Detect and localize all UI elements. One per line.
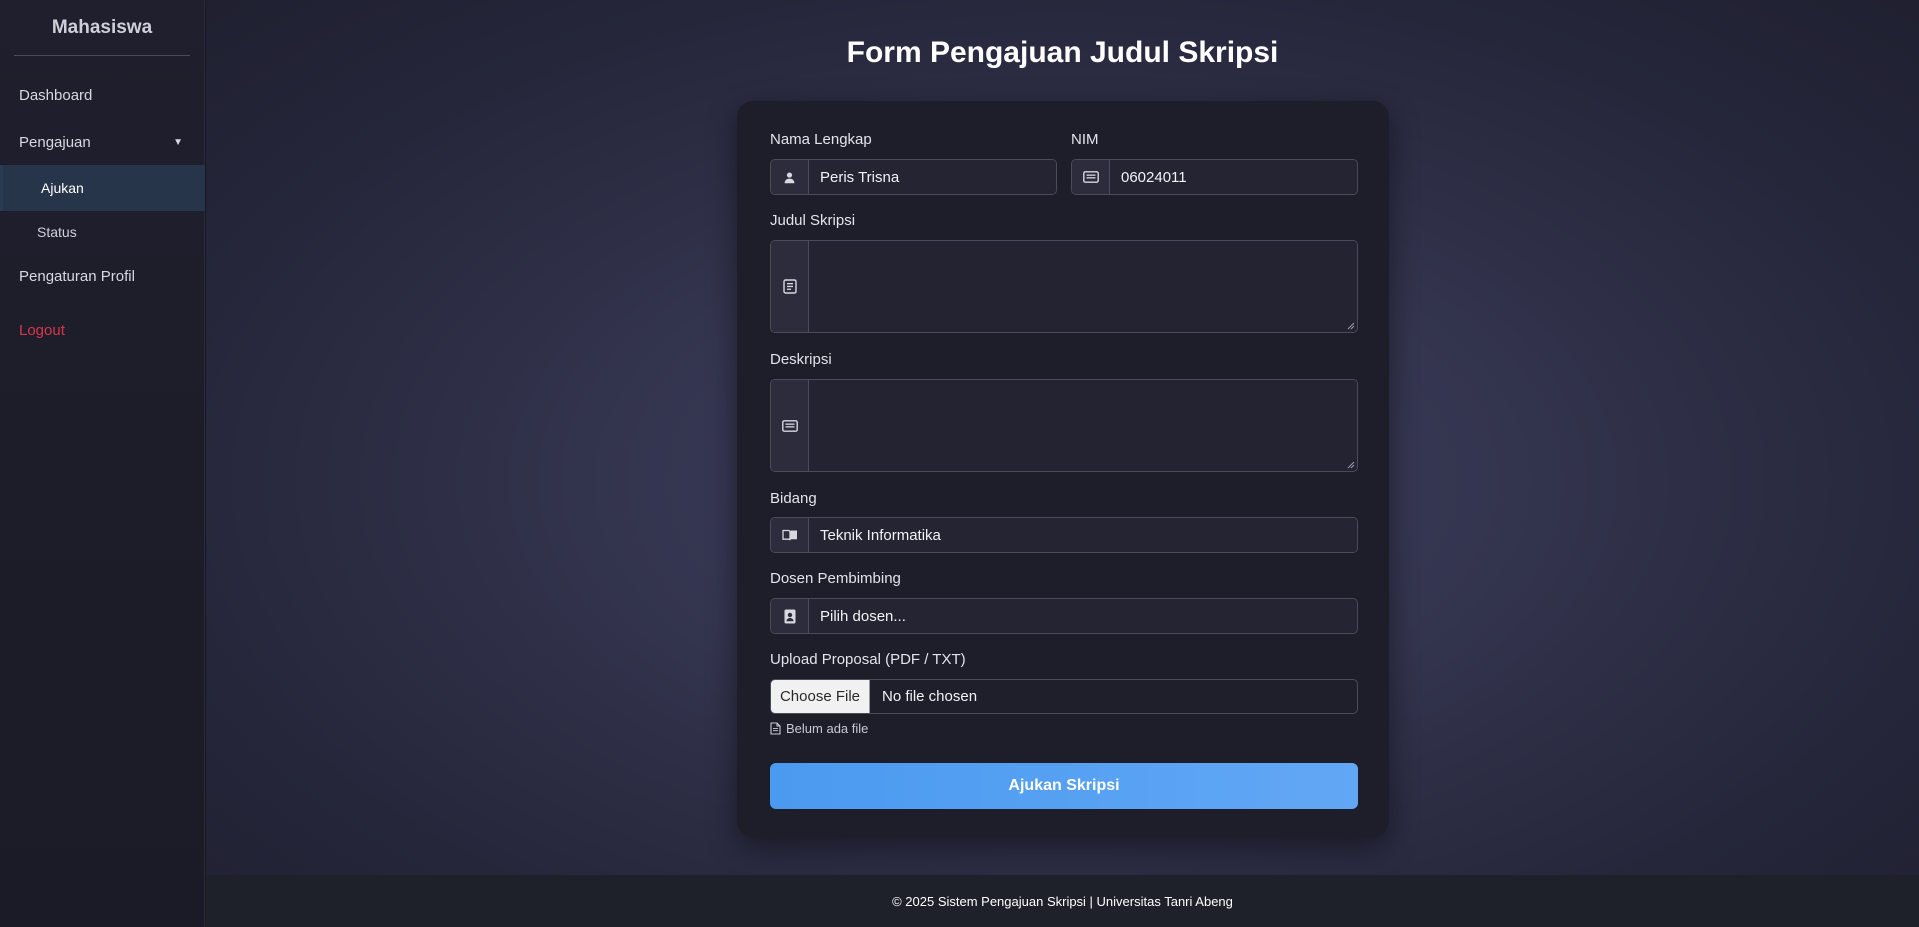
main-content: Form Pengajuan Judul Skripsi Nama Lengka…: [206, 0, 1919, 875]
sidebar-brand: Mahasiswa: [14, 0, 190, 56]
logout-link[interactable]: Logout: [0, 308, 205, 352]
sidebar-item-pengajuan[interactable]: Pengajuan ▼: [0, 120, 205, 164]
nama-label: Nama Lengkap: [770, 131, 872, 148]
nama-input[interactable]: Peris Trisna: [809, 160, 1056, 194]
nim-field[interactable]: 06024011: [1071, 159, 1358, 195]
footer: © 2025 Sistem Pengajuan Skripsi | Univer…: [206, 875, 1919, 927]
file-status-text: No file chosen: [882, 688, 978, 705]
footer-text: © 2025 Sistem Pengajuan Skripsi | Univer…: [892, 893, 1233, 909]
judul-textarea[interactable]: [809, 241, 1357, 332]
nama-field[interactable]: Peris Trisna: [770, 159, 1057, 195]
deskripsi-label: Deskripsi: [770, 351, 832, 368]
sidebar-item-label: Pengajuan: [19, 133, 91, 151]
sidebar-subitem-ajukan[interactable]: Ajukan: [0, 165, 205, 211]
nim-label: NIM: [1071, 131, 1099, 148]
bidang-field[interactable]: Teknik Informatika: [770, 517, 1358, 553]
file-upload-field[interactable]: Choose File No file chosen: [770, 679, 1358, 714]
dosen-selected-value[interactable]: Pilih dosen...: [809, 599, 1357, 633]
deskripsi-field[interactable]: [770, 379, 1358, 472]
sidebar-item-label: Pengaturan Profil: [19, 267, 135, 285]
file-note-text: Belum ada file: [786, 721, 869, 736]
sidebar-item-label: Dashboard: [19, 86, 93, 104]
sidebar-item-label: Status: [37, 224, 77, 240]
judul-label: Judul Skripsi: [770, 212, 856, 229]
sidebar: Mahasiswa Dashboard Pengajuan ▼ Ajukan S…: [0, 0, 205, 927]
resize-handle-icon[interactable]: [1347, 322, 1355, 330]
judul-field[interactable]: [770, 240, 1358, 333]
logout-label: Logout: [19, 321, 65, 339]
sidebar-subitem-status[interactable]: Status: [0, 209, 205, 255]
bidang-label: Bidang: [770, 490, 817, 507]
text-lines-icon: [771, 380, 809, 471]
choose-file-button[interactable]: Choose File: [771, 680, 870, 713]
sidebar-item-pengaturan-profil[interactable]: Pengaturan Profil: [0, 254, 205, 298]
deskripsi-textarea[interactable]: [809, 380, 1357, 471]
sidebar-item-label: Ajukan: [41, 180, 84, 196]
journal-icon: [771, 241, 809, 332]
caret-down-icon: ▼: [173, 136, 183, 148]
resize-handle-icon[interactable]: [1347, 461, 1355, 469]
nim-input[interactable]: 06024011: [1110, 160, 1357, 194]
bidang-input[interactable]: Teknik Informatika: [809, 518, 1357, 552]
person-badge-icon: [771, 599, 809, 633]
id-card-icon: [1072, 160, 1110, 194]
page-title: Form Pengajuan Judul Skripsi: [846, 36, 1279, 69]
submit-button[interactable]: Ajukan Skripsi: [770, 763, 1358, 809]
file-note: Belum ada file: [770, 721, 868, 736]
submission-form: Nama Lengkap Peris Trisna NIM 06024011 J…: [737, 101, 1389, 837]
upload-label: Upload Proposal (PDF / TXT): [770, 651, 966, 668]
file-icon: [770, 722, 781, 735]
user-icon: [771, 160, 809, 194]
dosen-label: Dosen Pembimbing: [770, 570, 901, 587]
book-icon: [771, 518, 809, 552]
sidebar-item-dashboard[interactable]: Dashboard: [0, 73, 205, 117]
dosen-select[interactable]: Pilih dosen...: [770, 598, 1358, 634]
